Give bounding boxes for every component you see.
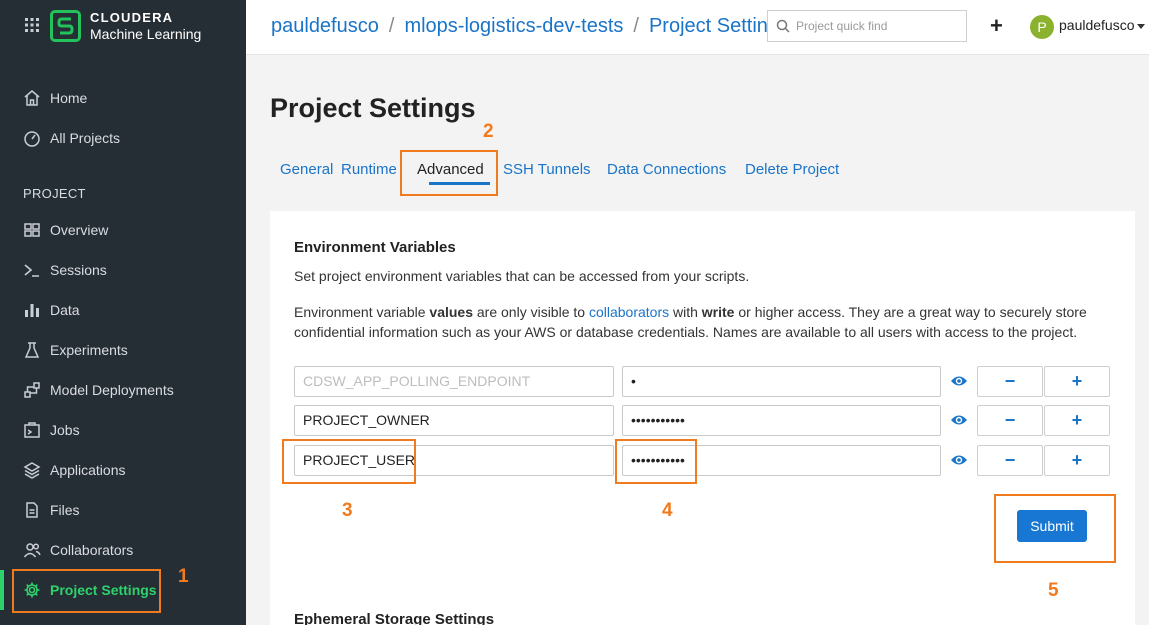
sidebar-section-label: PROJECT [23, 186, 86, 201]
overview-icon [23, 221, 41, 239]
env-var-row: CDSW_APP_POLLING_ENDPOINT • − + [294, 366, 1114, 397]
quick-find-input[interactable] [796, 17, 961, 35]
info-text-part: Environment variable [294, 304, 430, 320]
eye-icon[interactable] [950, 453, 968, 467]
annotation-number: 5 [1048, 580, 1059, 601]
tab-runtime[interactable]: Runtime [341, 161, 397, 178]
add-row-button[interactable]: + [1044, 405, 1110, 436]
tab-data-connections[interactable]: Data Connections [607, 161, 726, 178]
annotation-box [615, 439, 697, 484]
sidebar-item-label: Files [50, 502, 80, 518]
sidebar-item-label: All Projects [50, 130, 121, 146]
remove-row-button[interactable]: − [977, 405, 1043, 436]
gauge-icon [23, 129, 41, 147]
bar-chart-icon [23, 301, 41, 319]
section-title: Environment Variables [294, 239, 456, 256]
sidebar-item-experiments[interactable]: Experiments [0, 330, 246, 370]
annotation-box [994, 494, 1116, 563]
add-row-button[interactable]: + [1044, 445, 1110, 476]
add-row-button[interactable]: + [1044, 366, 1110, 397]
sidebar-item-collaborators[interactable]: Collaborators [0, 530, 246, 570]
sidebar-item-label: Home [50, 90, 88, 106]
info-text-part: are only visible to [473, 304, 589, 320]
info-text-part: with [669, 304, 702, 320]
breadcrumb-separator: / [633, 15, 639, 37]
sidebar-item-label: Model Deployments [50, 382, 174, 398]
breadcrumb-separator: / [388, 15, 395, 37]
sidebar-header: CLOUDERA Machine Learning [0, 0, 246, 56]
env-name-field[interactable]: CDSW_APP_POLLING_ENDPOINT [294, 366, 614, 397]
layers-icon [23, 461, 41, 479]
user-menu-name[interactable]: pauldefusco [1059, 17, 1135, 33]
env-name-field[interactable]: PROJECT_OWNER [294, 405, 614, 436]
annotation-box [282, 439, 416, 484]
chevron-down-icon[interactable] [1137, 24, 1145, 29]
top-header: pauldefusco / mlops-logistics-dev-tests / Pr… [246, 0, 1149, 55]
info-text-bold: values [429, 304, 473, 320]
annotation-box [400, 150, 498, 196]
network-icon [23, 381, 41, 399]
env-var-row: PROJECT_USER ••••••••••• − + [294, 445, 1114, 476]
home-icon [23, 89, 41, 107]
brand-line1: CLOUDERA [90, 10, 174, 25]
section-description: Set project environment variables that c… [294, 268, 750, 284]
eye-icon[interactable] [950, 374, 968, 388]
brand-name[interactable]: CLOUDERA Machine Learning [90, 10, 201, 42]
sidebar-item-overview[interactable]: Overview [0, 210, 246, 250]
sidebar-item-files[interactable]: Files [0, 490, 246, 530]
breadcrumb: pauldefusco / mlops-logistics-dev-tests / Pr… [271, 15, 789, 38]
annotation-number: 2 [483, 121, 494, 142]
annotation-number: 1 [178, 566, 189, 587]
add-button[interactable]: + [990, 15, 1003, 37]
remove-row-button[interactable]: − [977, 366, 1043, 397]
terminal-icon [23, 261, 41, 279]
apps-grid-icon[interactable] [24, 17, 40, 33]
tab-ssh-tunnels[interactable]: SSH Tunnels [503, 161, 591, 178]
brand-line2: Machine Learning [90, 26, 202, 42]
annotation-number: 3 [342, 500, 353, 521]
cloudera-logo-icon [50, 10, 81, 42]
sidebar-item-label: Data [50, 302, 80, 318]
project-quick-find[interactable] [767, 10, 967, 42]
section-info-text: Environment variable values are only vis… [294, 302, 1094, 342]
tab-general[interactable]: General [280, 161, 333, 178]
env-value-field[interactable]: • [622, 366, 941, 397]
remove-row-button[interactable]: − [977, 445, 1043, 476]
sidebar-item-jobs[interactable]: Jobs [0, 410, 246, 450]
flask-icon [23, 341, 41, 359]
users-icon [23, 541, 41, 559]
avatar[interactable]: P [1030, 15, 1054, 39]
sidebar-item-model-deployments[interactable]: Model Deployments [0, 370, 246, 410]
sidebar-item-sessions[interactable]: Sessions [0, 250, 246, 290]
eye-icon[interactable] [950, 413, 968, 427]
info-text-bold: write [701, 304, 735, 320]
sidebar-item-label: Overview [50, 222, 109, 238]
sidebar-item-applications[interactable]: Applications [0, 450, 246, 490]
sidebar-item-label: Sessions [50, 262, 107, 278]
sidebar-item-label: Jobs [50, 422, 80, 438]
env-value-field[interactable]: ••••••••••• [622, 405, 941, 436]
sidebar-item-home[interactable]: Home [0, 78, 246, 118]
sidebar: CLOUDERA Machine Learning Home All Proje… [0, 0, 246, 625]
breadcrumb-item[interactable]: pauldefusco [271, 15, 379, 37]
breadcrumb-item[interactable]: mlops-logistics-dev-tests [404, 15, 623, 37]
sidebar-item-label: Experiments [50, 342, 128, 358]
search-icon [776, 19, 790, 33]
sidebar-item-all-projects[interactable]: All Projects [0, 118, 246, 158]
env-var-row: PROJECT_OWNER ••••••••••• − + [294, 405, 1114, 436]
annotation-box [12, 569, 161, 613]
sidebar-item-label: Collaborators [50, 542, 134, 558]
sidebar-item-label: Applications [50, 462, 126, 478]
tab-delete-project[interactable]: Delete Project [745, 161, 839, 178]
annotation-number: 4 [662, 500, 673, 521]
collaborators-link[interactable]: collaborators [589, 304, 669, 320]
ephemeral-storage-title: Ephemeral Storage Settings [294, 611, 495, 625]
file-icon [23, 501, 41, 519]
sidebar-item-data[interactable]: Data [0, 290, 246, 330]
jobs-icon [23, 421, 41, 439]
page-title: Project Settings [270, 93, 476, 123]
